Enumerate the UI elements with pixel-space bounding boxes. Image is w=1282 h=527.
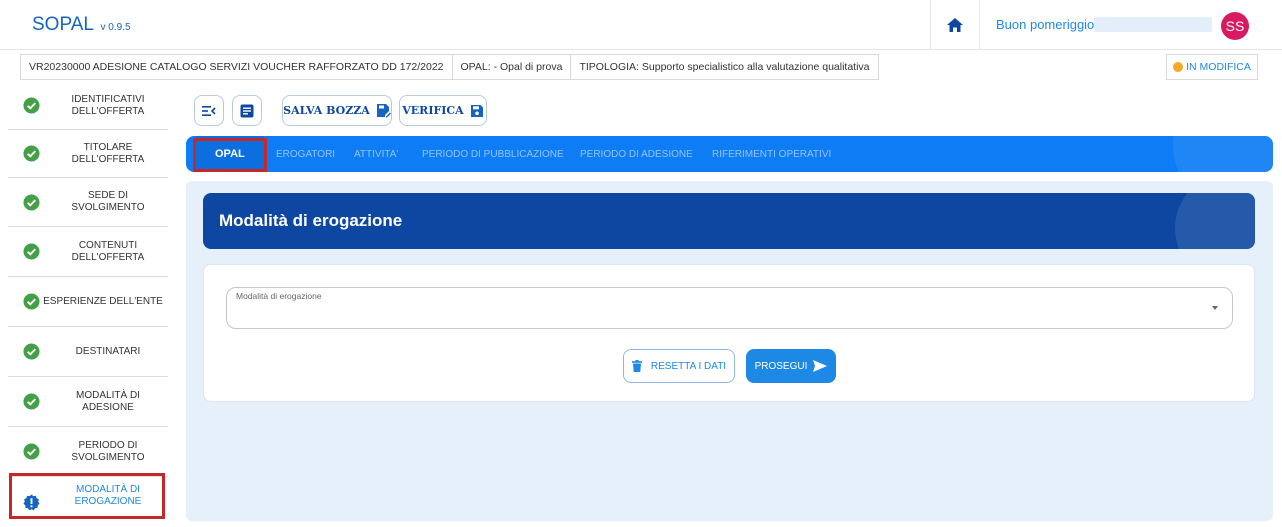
opal-info: OPAL: - Opal di prova [451,54,572,80]
save-draft-label: SALVA BOZZA [283,104,370,117]
save-edit-icon [376,104,391,118]
reset-label: RESETTA I DATI [650,360,727,372]
highlight-frame-sidebar [9,473,165,519]
sidebar-item-periodo-svolgimento[interactable]: PERIODO DI SVOLGIMENTO [8,427,168,477]
home-icon [947,18,963,32]
sidebar-item-contenuti[interactable]: CONTENUTI DELL'OFFERTA [8,227,168,277]
sidebar-item-label: IDENTIFICATIVI DELL'OFFERTA [71,93,145,117]
save-draft-button[interactable]: SALVA BOZZA [282,95,392,126]
tab-attivita[interactable]: ATTIVITA' [354,136,398,172]
save-icon [470,104,483,117]
reset-button[interactable]: RESETTA I DATI [623,349,735,383]
offer-info-bar: VR20230000 ADESIONE CATALOGO SERVIZI VOU… [20,54,879,80]
check-circle-icon [23,443,40,460]
sidebar-item-label: MODALITÀ DI ADESIONE [76,389,140,413]
home-button[interactable] [930,0,980,50]
sidebar-item-label: CONTENUTI DELL'OFFERTA [71,239,145,263]
sidebar-item-label: SEDE DI SVOLGIMENTO [71,190,145,213]
sidebar-item-destinatari[interactable]: DESTINATARI [8,327,168,377]
status-badge: IN MODIFICA [1166,54,1258,80]
proceed-button[interactable]: PROSEGUI [746,349,836,383]
sidebar-item-sede[interactable]: SEDE DI SVOLGIMENTO [8,178,168,227]
sidebar-item-identificativi[interactable]: IDENTIFICATIVI DELL'OFFERTA [8,82,168,130]
app-name: SOPAL [32,14,94,35]
section-header: Modalità di erogazione [203,193,1255,249]
section-tabs: OPAL EROGATORI ATTIVITA' PERIODO DI PUBB… [186,136,1273,172]
check-circle-icon [23,343,40,360]
sidebar-item-esperienze[interactable]: ESPERIENZE DELL'ENTE [8,277,168,327]
user-avatar[interactable]: SS [1221,12,1249,40]
app-brand[interactable]: SOPAL v 0.9.5 [32,14,131,36]
check-circle-icon [23,393,40,410]
app-version: v 0.9.5 [100,22,131,33]
sidebar-item-modalita-adesione[interactable]: MODALITÀ DI ADESIONE [8,377,168,427]
greeting-text: Buon pomeriggio [996,17,1095,32]
document-icon [240,104,254,117]
sidebar: IDENTIFICATIVI DELL'OFFERTA TITOLARE DELL'… [8,82,168,517]
menu-collapse-icon [202,105,216,116]
sidebar-item-titolare[interactable]: TITOLARE DELL'OFFERTA [8,130,168,178]
collapse-menu-button[interactable] [194,95,224,126]
status-dot-icon [1173,62,1184,72]
sidebar-item-label: DESTINATARI [75,345,141,357]
sidebar-item-label: ESPERIENZE DELL'ENTE [43,295,163,307]
verify-button[interactable]: VERIFICA [399,95,487,126]
trash-icon [631,360,642,372]
offer-code: VR20230000 ADESIONE CATALOGO SERVIZI VOU… [20,54,453,80]
document-button[interactable] [232,95,262,126]
highlight-frame-tab [193,138,267,172]
check-circle-icon [23,97,40,114]
top-header: SOPAL v 0.9.5 Buon pomeriggio SS [0,0,1282,50]
header-decoration [1175,193,1255,249]
tipologia-info: TIPOLOGIA: Supporto specialistico alla v… [570,54,879,80]
verify-label: VERIFICA [402,104,464,117]
chevron-down-icon [1212,306,1218,310]
send-icon [813,360,828,372]
modalita-erogazione-select[interactable]: Modalità di erogazione [226,287,1233,329]
user-name-redacted [1094,17,1212,32]
sidebar-item-label: TITOLARE DELL'OFFERTA [71,141,145,165]
tab-riferimenti-operativi[interactable]: RIFERIMENTI OPERATIVI [712,136,831,172]
tab-erogatori[interactable]: EROGATORI [276,136,335,172]
tabs-decoration [1173,136,1273,172]
sidebar-item-label: PERIODO DI SVOLGIMENTO [71,439,145,463]
tab-periodo-pubblicazione[interactable]: PERIODO DI PUBBLICAZIONE [422,136,564,172]
check-circle-icon [23,243,40,260]
field-label: Modalità di erogazione [236,291,322,301]
tab-periodo-adesione[interactable]: PERIODO DI ADESIONE [580,136,693,172]
section-title: Modalità di erogazione [219,211,403,230]
status-text: IN MODIFICA [1186,61,1251,73]
check-circle-icon [23,193,40,211]
check-circle-icon [23,145,40,162]
proceed-label: PROSEGUI [754,360,808,372]
